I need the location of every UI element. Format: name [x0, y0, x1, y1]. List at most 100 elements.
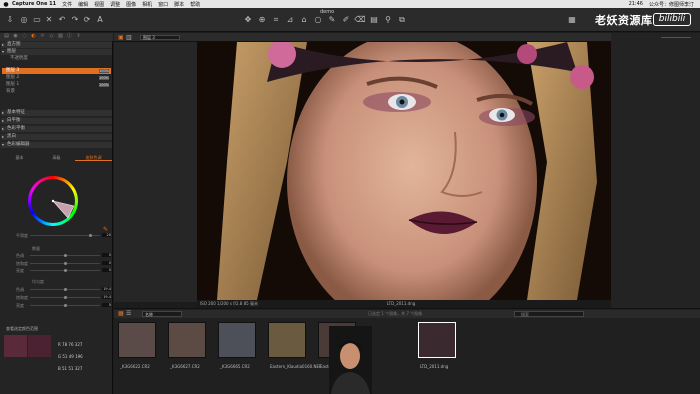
color-tab-icon[interactable]: ◐: [30, 33, 37, 40]
brush-icon[interactable]: ✐: [340, 14, 352, 26]
clock: 21:46: [628, 0, 643, 7]
slider-track[interactable]: [30, 254, 100, 257]
thumbnail[interactable]: [118, 322, 156, 358]
multi-view-icon[interactable]: ▥: [126, 34, 132, 41]
pan-icon[interactable]: ✥: [242, 14, 254, 26]
slider-handle[interactable]: [64, 262, 67, 265]
zoom-icon[interactable]: ⊕: [256, 14, 268, 26]
account-label: 公众号：修图师李汀: [648, 1, 694, 8]
metadata-tab-icon[interactable]: ⓘ: [66, 33, 73, 40]
variant-selector[interactable]: 图层 3: [140, 35, 180, 40]
thumbnail[interactable]: [418, 322, 456, 358]
sort-select[interactable]: 名称: [142, 311, 182, 317]
slider-value[interactable]: 0: [102, 261, 111, 265]
wb-icon[interactable]: ⚲: [382, 14, 394, 26]
slider-label: 饱和度: [16, 295, 28, 300]
histogram-section[interactable]: 直方图: [1, 42, 112, 48]
slider-handle[interactable]: [64, 254, 67, 257]
slider-handle[interactable]: [64, 288, 67, 291]
spot-icon[interactable]: ○: [312, 14, 324, 26]
menu-window[interactable]: 窗口: [158, 1, 168, 8]
menu-image[interactable]: 图像: [126, 1, 136, 8]
apple-icon[interactable]: ●: [0, 1, 12, 8]
color-editor-section[interactable]: 色彩编辑器: [1, 142, 112, 148]
single-view-icon[interactable]: ▣: [118, 34, 124, 41]
delete-icon[interactable]: ✕: [43, 14, 55, 26]
thumbnail[interactable]: [168, 322, 206, 358]
thumbnail[interactable]: [218, 322, 256, 358]
slider-handle[interactable]: [64, 304, 67, 307]
text-icon[interactable]: A: [94, 14, 106, 26]
menu-help[interactable]: 帮助: [190, 1, 200, 8]
list-view-icon[interactable]: ☰: [126, 310, 131, 317]
slider-handle[interactable]: [64, 269, 67, 272]
color-balance-section[interactable]: 色彩平衡: [1, 126, 112, 132]
tab-basic[interactable]: 基本: [1, 155, 38, 161]
lens-tab-icon[interactable]: ◌: [21, 33, 28, 40]
capture-icon[interactable]: ◎: [18, 14, 30, 26]
exposure-tab-icon[interactable]: ☼: [39, 33, 46, 40]
slider-track[interactable]: [30, 304, 100, 307]
detail-tab-icon[interactable]: ◇: [48, 33, 55, 40]
slider-value[interactable]: 19.4: [102, 287, 111, 291]
slider-handle[interactable]: [64, 296, 67, 299]
picker-icon[interactable]: ✎: [326, 14, 338, 26]
library-tab-icon[interactable]: ▤: [3, 33, 10, 40]
straighten-icon[interactable]: ⊿: [284, 14, 296, 26]
tab-skin-tone[interactable]: 皮肤色调: [75, 155, 112, 161]
redo-icon[interactable]: ↷: [69, 14, 81, 26]
bilibili-logo: bilibili: [653, 13, 691, 26]
zoom-slider[interactable]: [661, 37, 691, 38]
app-menu[interactable]: Capture One 11: [12, 1, 56, 7]
black-white-section[interactable]: 黑白: [1, 134, 112, 140]
picker-icon[interactable]: ✎: [103, 226, 108, 233]
layer-row[interactable]: 背景: [6, 89, 111, 95]
keystone-icon[interactable]: ⌂: [298, 14, 310, 26]
search-input[interactable]: 搜索: [514, 311, 584, 317]
slider-track[interactable]: [30, 269, 100, 272]
slider-value[interactable]: 0: [102, 303, 111, 307]
tab-advanced[interactable]: 高级: [38, 155, 75, 161]
gradient-icon[interactable]: ▤: [368, 14, 380, 26]
slider-label: 饱和度: [16, 261, 28, 266]
slider-track[interactable]: [30, 262, 100, 265]
slider-value[interactable]: 20: [102, 233, 111, 237]
slider-value[interactable]: 0: [102, 268, 111, 272]
slider-value[interactable]: 0: [102, 253, 111, 257]
import-icon[interactable]: ⇩: [4, 14, 16, 26]
color-range-selector[interactable]: [28, 176, 78, 226]
menu-file[interactable]: 文件: [62, 1, 72, 8]
base-characteristics-section[interactable]: 基本特征: [1, 110, 112, 116]
thumbnail-filename: _K3G6627.CR2: [170, 364, 200, 369]
thumbnail[interactable]: [268, 322, 306, 358]
menu-adjust[interactable]: 调整: [110, 1, 120, 8]
thumbnail-filename: LTD_2011.dng: [420, 364, 449, 369]
layers-section[interactable]: 图层: [1, 49, 112, 55]
main-photo[interactable]: [197, 42, 616, 300]
rotate-icon[interactable]: ⟳: [81, 14, 93, 26]
slider-value[interactable]: 19.4: [102, 295, 111, 299]
crop-icon[interactable]: ⌗: [270, 14, 282, 26]
layer-row[interactable]: 图层 2 100%: [6, 75, 111, 81]
layer-row[interactable]: 图层 3 100%: [2, 68, 111, 74]
folder-icon[interactable]: ▭: [31, 14, 43, 26]
eraser-icon[interactable]: ⌫: [354, 14, 366, 26]
grid-view-icon[interactable]: ▦: [118, 310, 124, 317]
slider-track[interactable]: [30, 234, 100, 237]
copy-icon[interactable]: ⧉: [396, 14, 408, 26]
slider-label: 均匀度: [32, 279, 44, 284]
capture-tab-icon[interactable]: ◉: [12, 33, 19, 40]
thumbnail-filename: _K3G6622.CR2: [120, 364, 150, 369]
slider-track[interactable]: [30, 288, 100, 291]
output-tab-icon[interactable]: ⇪: [75, 33, 82, 40]
grid-icon[interactable]: ▦: [566, 14, 578, 26]
menu-edit[interactable]: 编辑: [78, 1, 88, 8]
slider-track[interactable]: [30, 296, 100, 299]
menu-view[interactable]: 视图: [94, 1, 104, 8]
menu-script[interactable]: 脚本: [174, 1, 184, 8]
local-tab-icon[interactable]: ▧: [57, 33, 64, 40]
layer-row[interactable]: 图层 1 100%: [6, 82, 111, 88]
white-balance-section[interactable]: 白平衡: [1, 118, 112, 124]
menu-camera[interactable]: 相机: [142, 1, 152, 8]
undo-icon[interactable]: ↶: [56, 14, 68, 26]
